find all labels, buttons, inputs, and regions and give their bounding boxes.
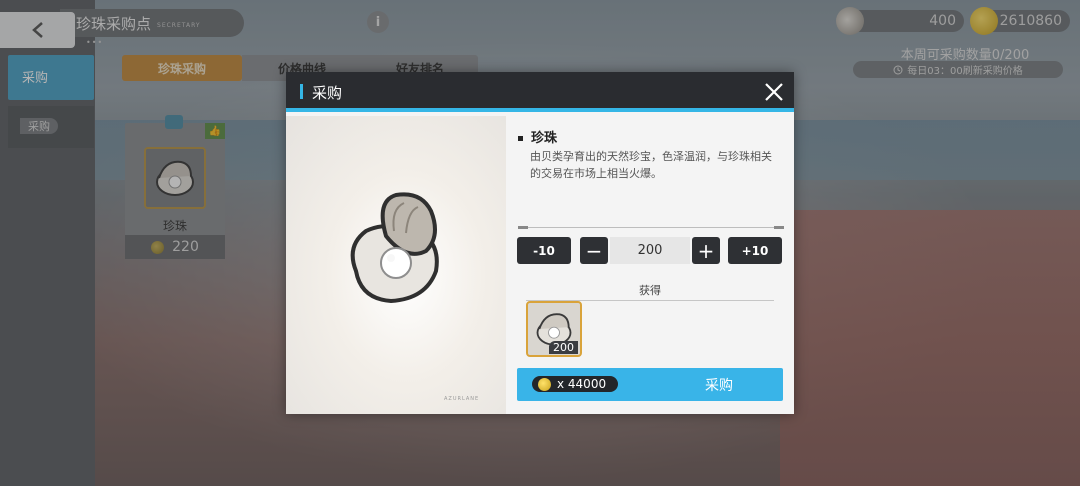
- purchase-dialog: 采购 AZURLANE 珍珠 由贝类孕育出的天然珍宝，色泽温润，与珍珠相关的交易…: [286, 72, 794, 414]
- item-name: 珍珠: [518, 127, 557, 146]
- minus-button[interactable]: −: [580, 237, 608, 264]
- dialog-header: 采购: [286, 72, 794, 112]
- buy-label: 采购: [705, 378, 733, 394]
- reward-count: 200: [549, 341, 578, 354]
- plus-10-button[interactable]: +10: [728, 237, 782, 264]
- header-accent-bar: [300, 84, 303, 99]
- pearl-shell-icon: [350, 192, 439, 304]
- coin-icon: [538, 377, 551, 391]
- close-icon: [765, 83, 783, 101]
- cost-pill: x 44000: [532, 376, 618, 392]
- reward-item: 200: [526, 301, 582, 357]
- minus-10-button[interactable]: -10: [517, 237, 571, 264]
- buy-button[interactable]: x 44000 采购: [517, 368, 783, 401]
- item-description: 由贝类孕育出的天然珍宝，色泽温润，与珍珠相关的交易在市场上相当火爆。: [530, 150, 772, 180]
- quantity-value[interactable]: 200: [610, 237, 690, 264]
- obtain-label: 获得: [526, 282, 774, 301]
- close-button[interactable]: [760, 78, 788, 106]
- cost-value: x 44000: [557, 377, 607, 391]
- art-footer: AZURLANE: [444, 396, 480, 402]
- divider: [518, 226, 784, 229]
- dialog-title: 采购: [312, 84, 343, 102]
- plus-button[interactable]: +: [692, 237, 720, 264]
- item-artwork: AZURLANE: [286, 116, 506, 414]
